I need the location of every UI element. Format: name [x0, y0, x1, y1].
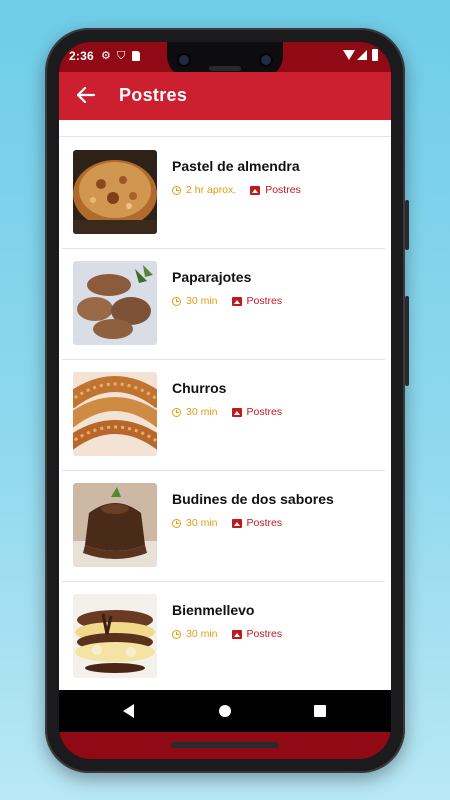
front-camera — [179, 55, 189, 65]
nav-recents-icon[interactable] — [314, 705, 326, 717]
image-icon — [231, 518, 242, 528]
recipe-time-label: 2 hr aprox. — [186, 184, 237, 196]
clock-icon — [172, 629, 181, 639]
clock-icon — [172, 296, 181, 306]
volume-button — [405, 296, 409, 386]
recipe-meta: 30 min Postres — [172, 628, 282, 640]
sd-card-icon — [132, 51, 140, 61]
recipe-image-budines — [73, 483, 157, 567]
wifi-icon — [343, 50, 355, 60]
recipe-time-label: 30 min — [186, 295, 218, 307]
app-bar: Postres — [59, 72, 391, 120]
recipe-meta: 2 hr aprox. Postres — [172, 184, 301, 196]
recipe-category: Postres — [231, 517, 283, 529]
image-icon — [250, 185, 261, 195]
recipe-time: 30 min — [172, 628, 218, 640]
recipe-category: Postres — [231, 295, 283, 307]
image-icon — [231, 407, 242, 417]
recipe-image-bienmellevo — [73, 594, 157, 678]
recipe-image-pastel — [73, 150, 157, 234]
system-nav-bar — [59, 690, 391, 732]
recipe-category: Postres — [231, 628, 283, 640]
recipe-time: 30 min — [172, 295, 218, 307]
recipe-category-label: Postres — [246, 406, 283, 418]
recipe-card[interactable]: Churros 30 min Postres — [62, 360, 385, 471]
power-button — [405, 200, 409, 250]
recipe-category: Postres — [250, 184, 301, 196]
recipe-card[interactable]: Budines de dos sabores 30 min Postres — [62, 471, 385, 582]
clock-icon — [172, 407, 181, 417]
recipe-time: 30 min — [172, 517, 218, 529]
shield-icon: ⛉ — [117, 50, 126, 62]
recipe-title: Bienmellevo — [172, 602, 255, 618]
recipe-time: 30 min — [172, 406, 218, 418]
recipe-category-label: Postres — [265, 184, 301, 196]
signal-icon — [357, 50, 367, 60]
recipe-card[interactable]: Paparajotes 30 min Postres — [62, 249, 385, 360]
back-button[interactable] — [73, 82, 99, 108]
recipe-list: Pastel de almendra 2 hr aprox. Postres P… — [59, 120, 391, 690]
clock-icon — [172, 185, 181, 195]
recipe-meta: 30 min Postres — [172, 295, 282, 307]
recipe-title: Pastel de almendra — [172, 158, 300, 174]
clock-icon — [172, 518, 181, 528]
recipe-card[interactable]: Bienmellevo 30 min Postres — [62, 582, 385, 690]
recipe-category-label: Postres — [246, 517, 283, 529]
gear-icon: ⚙ — [101, 50, 111, 62]
recipe-time: 2 hr aprox. — [172, 184, 236, 196]
phone-frame: 2:36 ⚙ ⛉ Postres Pastel de almendra 2 hr… — [45, 28, 409, 773]
recipe-category-label: Postres — [246, 628, 283, 640]
front-sensor — [261, 55, 271, 65]
recipe-image-paparajotes — [73, 261, 157, 345]
recipe-category-label: Postres — [246, 295, 283, 307]
bottom-speaker — [171, 742, 279, 748]
nav-back-icon[interactable] — [123, 704, 134, 718]
status-time: 2:36 — [69, 49, 94, 63]
divider — [59, 136, 391, 137]
recipe-time-label: 30 min — [186, 517, 218, 529]
recipe-time-label: 30 min — [186, 406, 218, 418]
image-icon — [231, 629, 242, 639]
battery-icon — [372, 49, 378, 61]
recipe-title: Budines de dos sabores — [172, 491, 334, 507]
image-icon — [231, 296, 242, 306]
arrow-left-icon — [77, 87, 95, 103]
recipe-meta: 30 min Postres — [172, 517, 282, 529]
recipe-title: Paparajotes — [172, 269, 252, 285]
earpiece-speaker — [209, 66, 241, 71]
nav-home-icon[interactable] — [219, 705, 231, 717]
recipe-time-label: 30 min — [186, 628, 218, 640]
recipe-title: Churros — [172, 380, 227, 396]
screen: 2:36 ⚙ ⛉ Postres Pastel de almendra 2 hr… — [59, 42, 391, 759]
page-title: Postres — [119, 85, 188, 105]
recipe-image-churros — [73, 372, 157, 456]
recipe-category: Postres — [231, 406, 283, 418]
recipe-meta: 30 min Postres — [172, 406, 282, 418]
recipe-card[interactable]: Pastel de almendra 2 hr aprox. Postres — [62, 138, 385, 249]
